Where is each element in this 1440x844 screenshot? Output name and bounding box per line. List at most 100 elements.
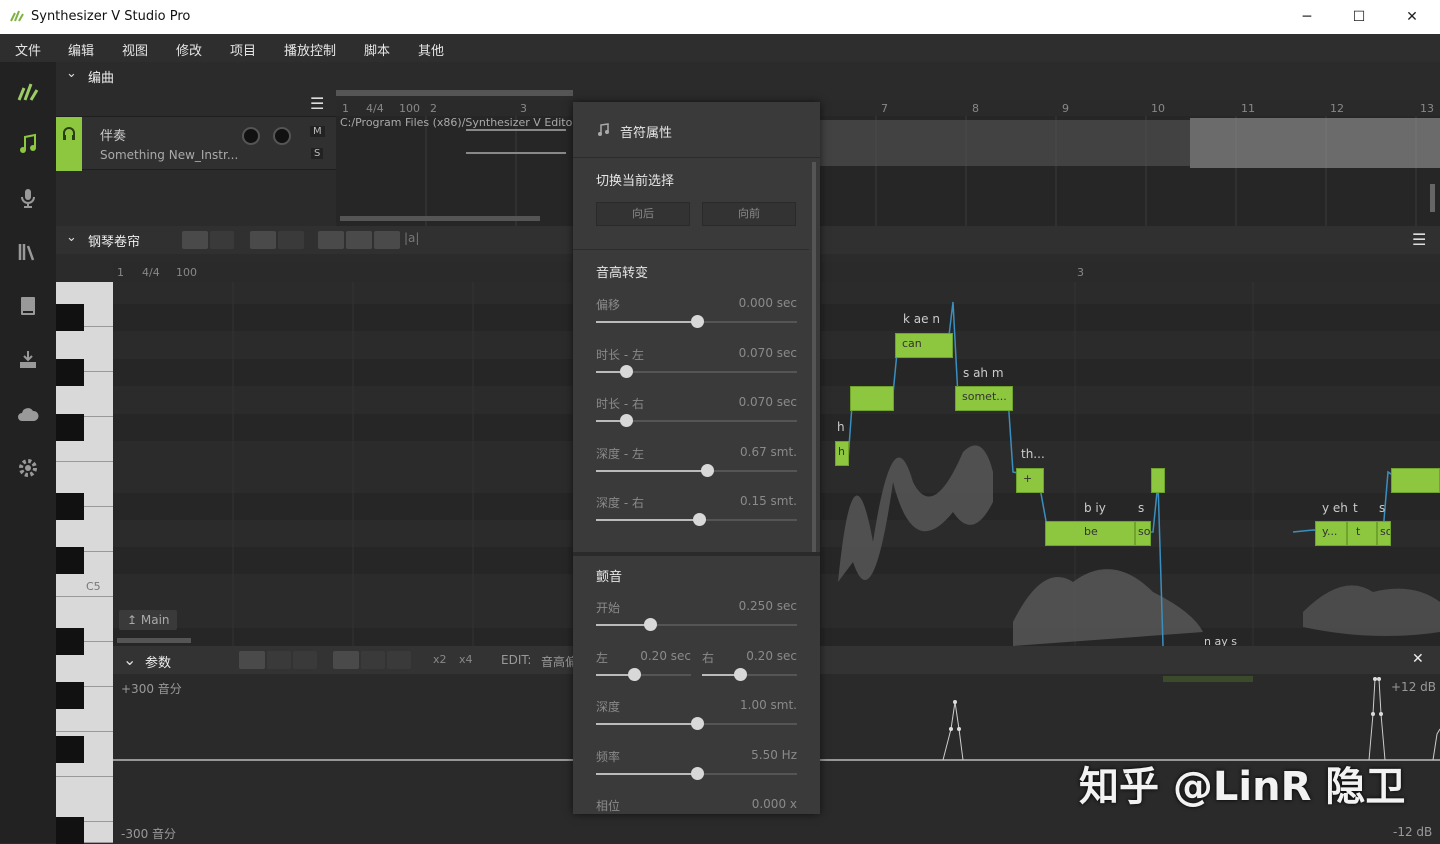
pen-tool-icon[interactable]: [210, 231, 234, 249]
note-block[interactable]: [1151, 468, 1165, 493]
vibrato-knob[interactable]: [690, 717, 704, 730]
solo-button[interactable]: S: [311, 148, 324, 159]
vibrato-curve-icon[interactable]: [346, 231, 372, 249]
param-min-label: -300 音分: [121, 827, 177, 841]
vibrato-left-knob[interactable]: [628, 668, 641, 681]
note-block[interactable]: so: [1377, 521, 1391, 546]
line-tool-icon[interactable]: [293, 651, 317, 669]
pitch-transition-value: 0.15 smt.: [740, 494, 797, 508]
note-block[interactable]: [850, 386, 894, 411]
note-block[interactable]: +: [1016, 468, 1044, 493]
chevron-down-icon[interactable]: ⌄: [66, 230, 77, 245]
snap-icon[interactable]: [250, 231, 276, 249]
book-icon[interactable]: [0, 280, 56, 332]
menu-icon[interactable]: ☰: [1412, 230, 1426, 249]
arrangement-ruler[interactable]: 1 4/4 100 2 3 7 8 9 10 11 12 13: [336, 100, 1440, 116]
pitch-transition-label: 深度 - 左: [596, 446, 644, 461]
microphone-icon[interactable]: [0, 172, 56, 224]
black-key[interactable]: [56, 304, 84, 331]
phoneme-toggle[interactable]: |a|: [404, 231, 419, 245]
mute-button[interactable]: M: [310, 126, 325, 137]
param-max-label: +300 音分: [121, 682, 182, 696]
zoom-x4-button[interactable]: x4: [459, 653, 473, 666]
black-key[interactable]: [56, 359, 84, 386]
zoom-x2-button[interactable]: x2: [433, 653, 447, 666]
note-block[interactable]: t: [1347, 521, 1377, 546]
track-lane[interactable]: C:/Program Files (x86)/Synthesizer V Edi…: [336, 116, 1440, 226]
export-icon[interactable]: [0, 334, 56, 386]
vertical-scrollbar[interactable]: [1430, 184, 1435, 212]
menu-modify[interactable]: 修改: [176, 40, 202, 59]
arrangement-scrollbar[interactable]: [336, 90, 573, 96]
arc-icon[interactable]: [387, 651, 411, 669]
menu-project[interactable]: 项目: [230, 40, 256, 59]
pitch-curve-icon[interactable]: [278, 231, 304, 249]
menu-other[interactable]: 其他: [418, 40, 444, 59]
menu-view[interactable]: 视图: [122, 40, 148, 59]
waveform: [340, 116, 1440, 226]
chevron-down-icon[interactable]: ⌄: [66, 66, 77, 81]
vibrato-start-knob[interactable]: [644, 618, 658, 631]
next-note-button[interactable]: 向前: [702, 202, 796, 226]
pitch-transition-knob[interactable]: [690, 315, 704, 328]
black-key[interactable]: [56, 493, 84, 520]
waveform-icon[interactable]: [374, 231, 400, 249]
menu-edit[interactable]: 编辑: [68, 40, 94, 59]
black-key[interactable]: [56, 682, 84, 709]
black-key[interactable]: [56, 414, 84, 441]
note-block[interactable]: somet...: [955, 386, 1013, 411]
chevron-down-icon[interactable]: ⌄: [123, 650, 136, 669]
menu-script[interactable]: 脚本: [364, 40, 390, 59]
menu-playback[interactable]: 播放控制: [284, 40, 336, 59]
close-window-button[interactable]: ✕: [1386, 0, 1438, 34]
horizontal-scrollbar[interactable]: [117, 638, 191, 643]
note-block[interactable]: so: [1135, 521, 1151, 546]
vibrato-knob[interactable]: [690, 766, 704, 780]
headphones-icon[interactable]: [61, 125, 77, 141]
black-key[interactable]: [56, 736, 84, 763]
menu-file[interactable]: 文件: [15, 40, 41, 59]
gear-icon[interactable]: [0, 442, 56, 494]
menu-icon[interactable]: ☰: [310, 94, 324, 113]
select-tool-icon[interactable]: [239, 651, 265, 669]
volume-knob[interactable]: [242, 127, 260, 145]
select-tool-icon[interactable]: [182, 231, 208, 249]
instrumental-track[interactable]: 伴奏 Something New_Instr... M S: [56, 116, 336, 171]
track-name[interactable]: 伴奏: [100, 125, 126, 144]
pan-knob[interactable]: [273, 127, 291, 145]
black-key[interactable]: [56, 628, 84, 655]
track-color-strip: [56, 117, 82, 171]
pitch-transition-knob[interactable]: [620, 364, 634, 378]
edit-target[interactable]: 音高偏: [541, 653, 577, 670]
smooth-icon[interactable]: [361, 651, 385, 669]
library-icon[interactable]: [0, 226, 56, 278]
pitch-transition-knob[interactable]: [620, 414, 634, 427]
pitch-transition-knob[interactable]: [700, 463, 714, 477]
note-properties-panel: 音符属性 切换当前选择 向后 向前 音高转变 偏移 0.000 sec 时长 - 左…: [573, 102, 820, 814]
minimize-button[interactable]: ─: [1281, 0, 1333, 34]
dropdown-icon[interactable]: [333, 651, 359, 669]
previous-note-button[interactable]: 向后: [596, 202, 690, 226]
black-key[interactable]: [56, 817, 84, 844]
note-block[interactable]: y...: [1315, 521, 1347, 546]
pen-tool-icon[interactable]: [267, 651, 291, 669]
panel-title: 音符属性: [620, 126, 673, 141]
note-block[interactable]: be: [1045, 521, 1135, 546]
note-block[interactable]: can: [895, 333, 953, 358]
pitch-transition-knob[interactable]: [692, 513, 706, 526]
vibrato-right-knob[interactable]: [734, 668, 747, 681]
group-main-button[interactable]: ↥ Main: [119, 610, 177, 630]
curve-icon[interactable]: [318, 231, 344, 249]
note-icon[interactable]: [0, 118, 56, 170]
note-block[interactable]: [1391, 468, 1440, 493]
close-icon[interactable]: ✕: [1412, 651, 1424, 667]
maximize-button[interactable]: ☐: [1333, 0, 1385, 34]
white-key[interactable]: [56, 777, 113, 822]
vibrato-title: 颤音: [596, 570, 623, 585]
black-key[interactable]: [56, 547, 84, 574]
piano-keyboard[interactable]: C5: [56, 282, 113, 844]
panel-scrollbar[interactable]: [812, 162, 816, 552]
cloud-icon[interactable]: [0, 388, 56, 440]
pianoroll-title: 钢琴卷帘: [88, 235, 141, 250]
note-block[interactable]: h: [835, 441, 849, 466]
